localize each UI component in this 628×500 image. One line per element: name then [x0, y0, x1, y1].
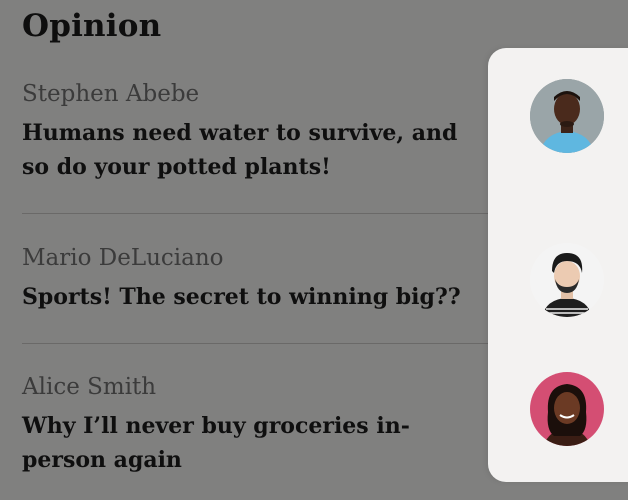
article-headline[interactable]: Humans need water to survive, and so do … — [22, 116, 492, 184]
article-text: Alice Smith Why I’ll never buy groceries… — [22, 373, 492, 477]
article-headline[interactable]: Why I’ll never buy groceries in-person a… — [22, 409, 492, 477]
article-headline[interactable]: Sports! The secret to winning big?? — [22, 280, 492, 314]
article-author: Mario DeLuciano — [22, 245, 224, 271]
article-text: Stephen Abebe Humans need water to survi… — [22, 80, 492, 184]
article-author: Stephen Abebe — [22, 81, 200, 107]
side-panel[interactable] — [488, 48, 628, 482]
bearded-man-avatar[interactable] — [530, 243, 604, 317]
article-text: Mario DeLuciano Sports! The secret to wi… — [22, 244, 492, 314]
article-author: Alice Smith — [22, 374, 157, 400]
man-portrait-avatar[interactable] — [530, 79, 604, 153]
woman-portrait-avatar[interactable] — [530, 372, 604, 446]
section-title: Opinion — [22, 8, 162, 44]
